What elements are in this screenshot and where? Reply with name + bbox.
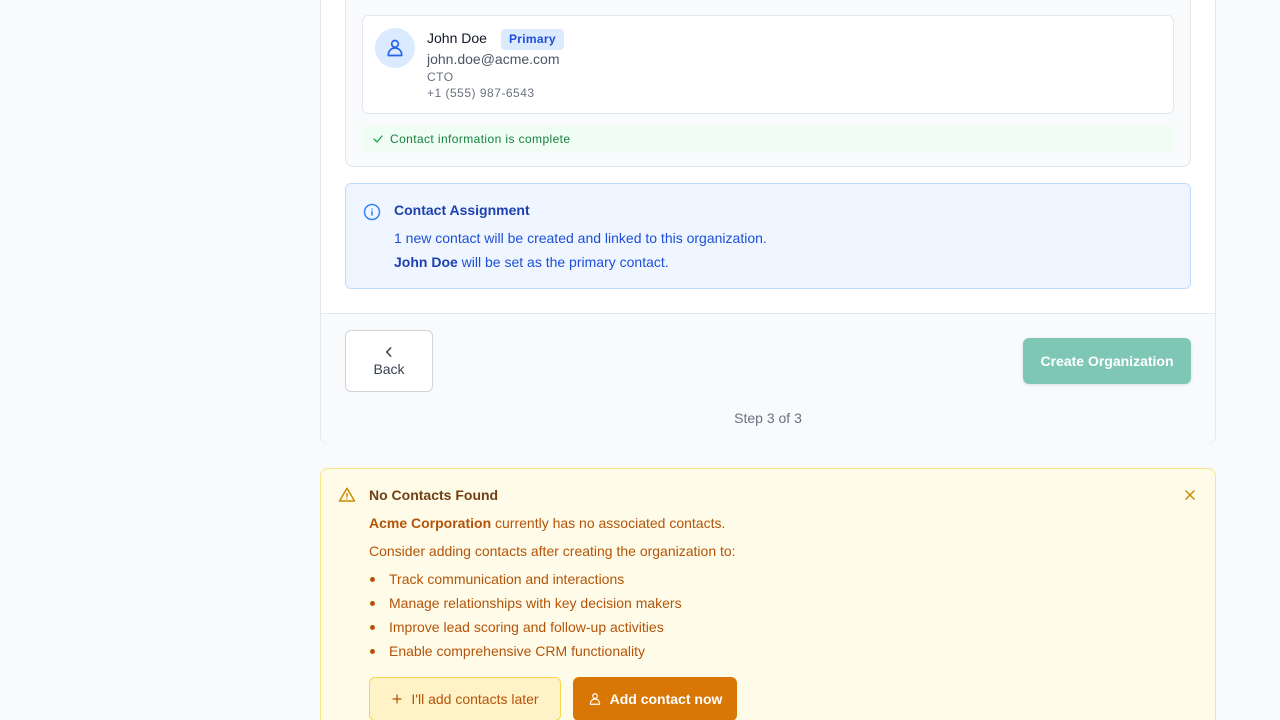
form-footer: Back Create Organization Step 3 of 3	[321, 313, 1215, 444]
organization-name: Acme Corporation	[369, 515, 492, 531]
add-contacts-later-button[interactable]: I'll add contacts later	[369, 677, 561, 720]
add-contacts-later-label: I'll add contacts later	[411, 691, 539, 707]
warning-suggestion: Consider adding contacts after creating …	[369, 543, 736, 559]
step-indicator: Step 3 of 3	[734, 410, 802, 426]
user-icon	[589, 693, 600, 705]
add-contact-now-label: Add contact now	[609, 691, 723, 707]
avatar	[375, 28, 415, 68]
back-button[interactable]: Back	[345, 330, 433, 392]
contact-phone: +1 (555) 987-6543	[427, 86, 535, 100]
primary-badge: Primary	[501, 29, 564, 50]
contact-card: John Doe Primary john.doe@acme.com CTO +…	[362, 15, 1174, 114]
list-item: Improve lead scoring and follow-up activ…	[369, 617, 682, 641]
chevron-left-icon	[385, 347, 392, 357]
create-organization-button[interactable]: Create Organization	[1023, 338, 1191, 384]
list-item: Manage relationships with key decision m…	[369, 593, 682, 617]
contacts-panel: John Doe Primary john.doe@acme.com CTO +…	[345, 0, 1191, 167]
primary-contact-note: will be set as the primary contact.	[457, 254, 669, 270]
assignment-description: 1 new contact will be created and linked…	[394, 230, 767, 246]
contact-name: John Doe	[427, 30, 487, 46]
contact-assignment-box: Contact Assignment 1 new contact will be…	[345, 183, 1191, 289]
info-icon	[363, 203, 381, 221]
warning-description-rest: currently has no associated contacts.	[491, 515, 726, 531]
warning-title: No Contacts Found	[369, 487, 499, 503]
add-contact-now-button[interactable]: Add contact now	[573, 677, 737, 720]
benefits-list: Track communication and interactions Man…	[369, 569, 682, 665]
plus-icon	[392, 694, 403, 704]
check-icon	[373, 134, 383, 143]
completion-message: Contact information is complete	[390, 131, 571, 146]
close-icon[interactable]	[1183, 488, 1197, 502]
organization-form-card: John Doe Primary john.doe@acme.com CTO +…	[320, 0, 1216, 444]
list-item: Enable comprehensive CRM functionality	[369, 641, 682, 665]
contact-email: john.doe@acme.com	[427, 51, 560, 67]
primary-contact-name: John Doe	[394, 254, 458, 270]
contact-job-title: CTO	[427, 70, 454, 84]
user-icon	[387, 39, 403, 57]
list-item: Track communication and interactions	[369, 569, 682, 593]
assignment-primary-note: John Doe will be set as the primary cont…	[394, 254, 669, 270]
completion-notice: Contact information is complete	[362, 126, 1174, 151]
no-contacts-warning: No Contacts Found Acme Corporation curre…	[320, 468, 1216, 720]
warning-description: Acme Corporation currently has no associ…	[369, 515, 725, 531]
back-button-label: Back	[373, 361, 405, 377]
warning-icon	[338, 487, 356, 502]
assignment-title: Contact Assignment	[394, 202, 530, 218]
